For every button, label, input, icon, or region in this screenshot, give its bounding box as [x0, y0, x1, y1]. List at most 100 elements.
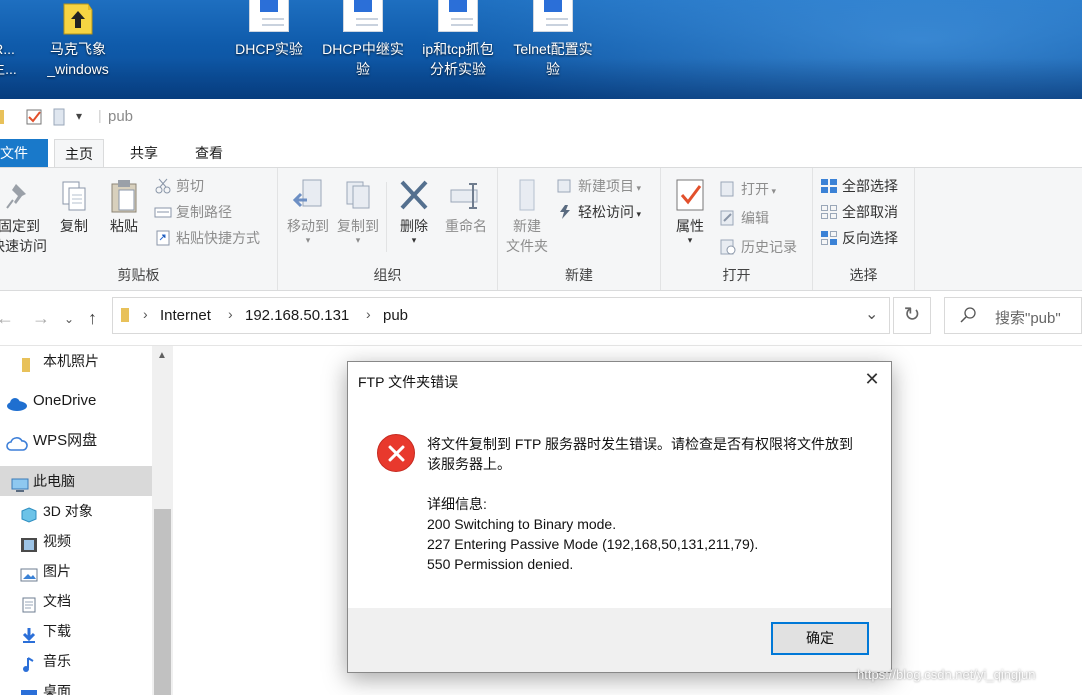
open-group: 属性 ▾ 打开 ▾ 编辑 历史记录 打开	[661, 168, 813, 290]
details-header: 详细信息:	[427, 496, 487, 512]
easy-access-button[interactable]: 轻松访问 ▾	[556, 201, 641, 223]
sidebar-item-3d-objects[interactable]: 3D 对象	[0, 496, 152, 526]
desktop-icon-dhcp-relay[interactable]: DHCP中继实 验	[315, 0, 411, 79]
sidebar-item-photos[interactable]: 本机照片	[0, 346, 152, 376]
pin-to-quick-access-button[interactable]: 固定到 快速访问	[0, 178, 50, 256]
sidebar-item-downloads[interactable]: 下载	[0, 616, 152, 646]
breadcrumb-host[interactable]: 192.168.50.131	[245, 307, 349, 324]
cut-button[interactable]: 剪切	[154, 175, 204, 197]
breadcrumb-internet[interactable]: Internet	[160, 307, 211, 324]
sidebar-item-label: 下载	[43, 623, 71, 639]
folder-icon	[119, 307, 135, 326]
copy-to-label: 复制到	[337, 218, 379, 234]
copy-to-button[interactable]: 复制到 ▾	[332, 178, 384, 245]
sidebar-item-onedrive[interactable]: OneDrive	[0, 386, 152, 416]
address-dropdown-chevron-icon[interactable]: ⌄	[865, 304, 878, 324]
cut-label: 剪切	[176, 178, 204, 194]
scissors-icon	[154, 178, 172, 194]
refresh-button[interactable]: ↻	[893, 297, 931, 334]
tab-share[interactable]: 共享	[120, 139, 168, 167]
sidebar-scrollbar[interactable]: ▲	[152, 346, 173, 695]
detail-line: 550 Permission denied.	[427, 556, 574, 572]
edit-button[interactable]: 编辑	[719, 207, 769, 229]
tab-home[interactable]: 主页	[54, 139, 104, 167]
sidebar-item-documents[interactable]: 文档	[0, 586, 152, 616]
rename-label: 重命名	[445, 218, 487, 234]
new-group-label: 新建	[565, 267, 593, 283]
sidebar-item-wps[interactable]: WPS网盘	[0, 426, 152, 456]
copy-path-button[interactable]: 复制路径	[154, 201, 232, 223]
ok-button[interactable]: 确定	[771, 622, 869, 655]
search-box[interactable]: 搜索"pub"	[944, 297, 1082, 334]
forward-arrow-icon[interactable]: →	[32, 308, 50, 329]
paste-icon	[107, 178, 141, 214]
desktop-icon-iptcp[interactable]: ip和tcp抓包 分析实验	[410, 0, 506, 79]
breadcrumb-pub[interactable]: pub	[383, 307, 408, 324]
sidebar-item-label: 此电脑	[33, 473, 75, 489]
shortcut-app-icon	[58, 0, 98, 36]
easy-access-label: 轻松访问	[578, 204, 634, 220]
desktop-icon-label: 验	[356, 61, 370, 77]
desktop-icon-makefei[interactable]: 马克飞象 _windows	[30, 0, 126, 79]
history-icon	[719, 239, 737, 255]
tab-file[interactable]: 文件	[0, 139, 48, 167]
sidebar-item-videos[interactable]: 视频	[0, 526, 152, 556]
tab-view[interactable]: 查看	[185, 139, 233, 167]
close-button[interactable]: ✕	[856, 364, 888, 394]
new-folder-button[interactable]: 新建 文件夹	[500, 178, 554, 256]
detail-line: 227 Entering Passive Mode (192,168,50,13…	[427, 536, 759, 552]
sidebar-item-this-pc[interactable]: 此电脑	[0, 466, 152, 496]
sidebar-item-label: OneDrive	[33, 392, 97, 409]
invert-selection-button[interactable]: 反向选择	[820, 227, 898, 249]
history-label: 历史记录	[741, 239, 797, 255]
select-all-button[interactable]: 全部选择	[820, 175, 898, 197]
new-folder-quick-icon[interactable]	[52, 108, 66, 129]
move-to-button[interactable]: 移动到 ▾	[282, 178, 334, 245]
properties-checkbox-icon[interactable]	[26, 109, 42, 128]
pin-label-line1: 固定到	[0, 218, 40, 234]
rename-button[interactable]: 重命名	[438, 178, 494, 236]
rename-icon	[449, 178, 483, 214]
copy-button[interactable]: 复制	[52, 178, 96, 236]
delete-button[interactable]: 删除 ▾	[390, 178, 438, 245]
titlebar-divider: |	[98, 107, 102, 123]
customize-toolbar-chevron-icon[interactable]: ▾	[76, 109, 82, 123]
select-none-button[interactable]: 全部取消	[820, 201, 898, 223]
desktop-icon-label: 分析实验	[430, 61, 486, 77]
open-button[interactable]: 打开 ▾	[719, 178, 776, 200]
new-folder-icon	[510, 178, 544, 214]
watermark: https://blog.csdn.net/yi_qingjun	[857, 667, 1036, 682]
new-folder-label-line2: 文件夹	[506, 238, 548, 254]
sidebar-item-pictures[interactable]: 图片	[0, 556, 152, 586]
open-icon	[719, 181, 737, 197]
sidebar-item-label: 本机照片	[43, 353, 99, 369]
back-arrow-icon[interactable]: ←	[0, 308, 14, 329]
scrollbar-thumb[interactable]	[154, 509, 171, 695]
delete-label: 删除	[400, 218, 428, 234]
sidebar-item-label: 音乐	[43, 653, 71, 669]
document-icon	[20, 593, 38, 613]
scroll-up-arrow-icon[interactable]: ▲	[157, 350, 167, 361]
music-icon	[20, 653, 38, 672]
dialog-footer: 确定	[348, 608, 891, 672]
up-arrow-icon[interactable]: ↑	[88, 308, 97, 329]
address-bar[interactable]: › Internet › 192.168.50.131 › pub ⌄	[112, 297, 890, 334]
sidebar-item-label: 视频	[43, 533, 71, 549]
history-button[interactable]: 历史记录	[719, 236, 797, 258]
copy-icon	[57, 178, 91, 214]
ftp-error-dialog: FTP 文件夹错误 ✕ 将文件复制到 FTP 服务器时发生错误。请检查是否有权限…	[347, 361, 892, 673]
close-icon: ✕	[864, 369, 880, 389]
cloud-icon	[6, 393, 27, 411]
desktop-icon-telnet[interactable]: Telnet配置实 验	[505, 0, 601, 79]
sidebar-item-desktop[interactable]: 桌面	[0, 676, 152, 695]
paste-shortcut-button[interactable]: 粘贴快捷方式	[154, 227, 260, 249]
recent-locations-chevron-icon[interactable]: ⌄	[64, 312, 74, 326]
desktop-icon-dhcp[interactable]: DHCP实验	[221, 0, 317, 59]
new-item-button[interactable]: 新建项目 ▾	[556, 175, 641, 197]
sidebar-item-music[interactable]: 音乐	[0, 646, 152, 676]
paste-button[interactable]: 粘贴	[102, 178, 146, 236]
sidebar-item-label: 3D 对象	[43, 503, 93, 519]
paste-label: 粘贴	[110, 218, 138, 234]
desktop-icon-label: DHCP实验	[235, 41, 303, 57]
properties-button[interactable]: 属性 ▾	[665, 178, 715, 245]
